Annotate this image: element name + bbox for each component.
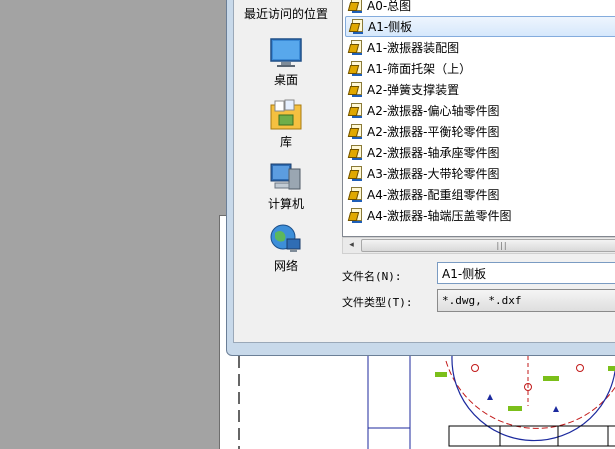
file-name: A4-激振器-轴端压盖零件图 <box>367 209 512 223</box>
place-recent-places[interactable]: 最近访问的位置 <box>234 0 338 22</box>
cad-marker <box>487 394 493 400</box>
libraries-icon <box>269 99 303 131</box>
cad-hole <box>471 364 479 372</box>
file-item[interactable]: A1-激振器装配图 <box>345 37 615 58</box>
scrollbar-grip-icon: ||| <box>496 241 508 250</box>
file-item[interactable]: A1-筛面托架（上） <box>345 58 615 79</box>
file-name: A3-激振器-大带轮零件图 <box>367 167 500 181</box>
dwg-file-icon <box>347 166 363 181</box>
desktop-icon <box>269 37 303 69</box>
place-label: 库 <box>279 135 292 149</box>
cad-title-block <box>448 425 615 447</box>
dwg-file-icon <box>347 187 363 202</box>
file-item[interactable]: A2-激振器-轴承座零件图 <box>345 142 615 163</box>
filetype-select[interactable]: *.dwg, *.dxf <box>437 289 615 312</box>
scroll-left-icon[interactable]: ◂ <box>343 238 360 253</box>
file-name: A2-激振器-平衡轮零件图 <box>367 125 500 139</box>
place-network[interactable]: 网络 <box>234 223 338 274</box>
place-label: 桌面 <box>273 73 298 87</box>
network-icon <box>269 223 303 255</box>
place-label: 最近访问的位置 <box>243 7 328 21</box>
file-item[interactable]: A4-激振器-轴端压盖零件图 <box>345 205 615 226</box>
file-item[interactable]: A4-激振器-配重组零件图 <box>345 184 615 205</box>
file-name: A1-侧板 <box>368 20 413 34</box>
file-item[interactable]: A2-弹簧支撑装置 <box>345 79 615 100</box>
places-bar: 最近访问的位置 桌面 库 计算机 网络 <box>234 0 338 343</box>
cad-dimension-label <box>508 406 522 411</box>
file-name: A0-总图 <box>367 0 412 13</box>
place-computer[interactable]: 计算机 <box>234 161 338 212</box>
dwg-file-icon <box>347 145 363 160</box>
scrollbar-thumb[interactable]: ||| <box>361 239 615 252</box>
dwg-file-icon <box>348 19 364 34</box>
file-name: A2-激振器-偏心轴零件图 <box>367 104 500 118</box>
file-item[interactable]: A0-总图 <box>345 0 615 16</box>
computer-icon <box>269 161 303 193</box>
cad-dimension-label <box>543 376 559 381</box>
dwg-file-icon <box>347 0 363 13</box>
dwg-file-icon <box>347 40 363 55</box>
open-file-dialog: 最近访问的位置 桌面 库 计算机 网络 A0-总图 A1-侧板 A1-激振器装配… <box>226 0 615 356</box>
filetype-label: 文件类型(T): <box>342 296 413 309</box>
file-item[interactable]: A2-激振器-平衡轮零件图 <box>345 121 615 142</box>
place-label: 计算机 <box>267 197 304 211</box>
cad-dimension-label <box>608 366 615 371</box>
dwg-file-icon <box>347 82 363 97</box>
dwg-file-icon <box>347 61 363 76</box>
file-item-selected[interactable]: A1-侧板 <box>345 16 615 37</box>
dwg-file-icon <box>347 103 363 118</box>
place-label: 网络 <box>273 259 298 273</box>
place-desktop[interactable]: 桌面 <box>234 37 338 88</box>
file-item[interactable]: A3-激振器-大带轮零件图 <box>345 163 615 184</box>
dwg-file-icon <box>347 124 363 139</box>
file-name: A4-激振器-配重组零件图 <box>367 188 500 202</box>
place-libraries[interactable]: 库 <box>234 99 338 150</box>
cad-marker <box>553 406 559 412</box>
dwg-file-icon <box>347 208 363 223</box>
file-name: A2-激振器-轴承座零件图 <box>367 146 500 160</box>
filename-input[interactable] <box>437 262 615 284</box>
dialog-body: 最近访问的位置 桌面 库 计算机 网络 A0-总图 A1-侧板 A1-激振器装配… <box>233 0 615 343</box>
file-name: A1-筛面托架（上） <box>367 62 472 76</box>
file-item[interactable]: A2-激振器-偏心轴零件图 <box>345 100 615 121</box>
horizontal-scrollbar[interactable]: ◂ ||| <box>342 237 615 254</box>
file-list[interactable]: A0-总图 A1-侧板 A1-激振器装配图 A1-筛面托架（上） A2-弹簧支撑… <box>342 0 615 237</box>
filename-label: 文件名(N): <box>342 270 402 283</box>
file-name: A1-激振器装配图 <box>367 41 460 55</box>
file-name: A2-弹簧支撑装置 <box>367 83 460 97</box>
cad-dimension-label <box>435 372 447 377</box>
recent-places-icon <box>269 0 303 3</box>
cad-hole <box>576 364 584 372</box>
